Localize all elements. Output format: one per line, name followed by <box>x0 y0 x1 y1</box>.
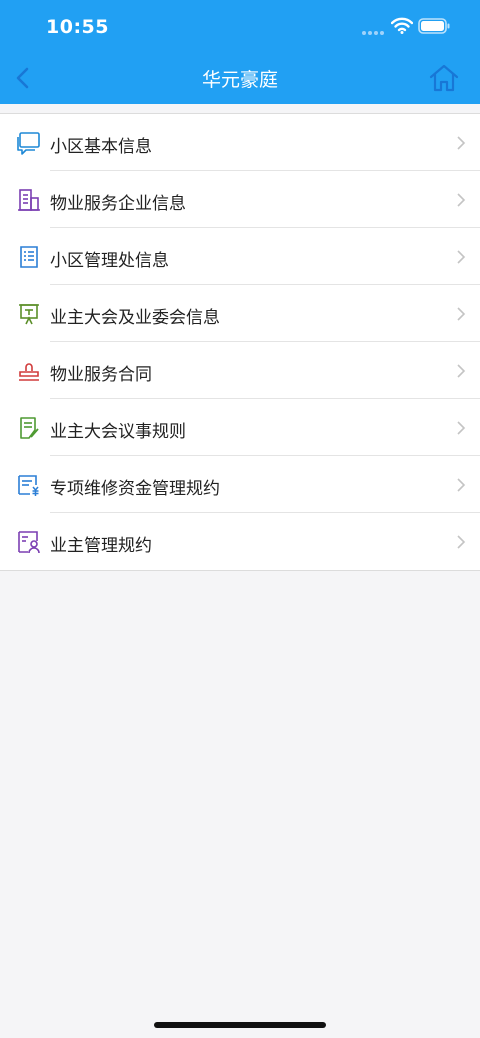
chevron-right-icon <box>457 136 466 150</box>
signal-icon <box>362 31 384 35</box>
owner-profile-icon <box>18 531 40 554</box>
menu-item-community-basic-info[interactable]: 小区基本信息 <box>0 114 480 171</box>
chevron-right-icon <box>457 250 466 264</box>
chevron-right-icon <box>457 535 466 549</box>
menu-list: 小区基本信息 物业服务企业信息 小区管理处信息 业主大会及业委会信息 物业服务合… <box>0 113 480 571</box>
status-time: 10:55 <box>46 16 109 38</box>
chevron-right-icon <box>457 307 466 321</box>
chevron-right-icon <box>457 193 466 207</box>
stamp-icon <box>19 363 39 381</box>
menu-item-property-company-info[interactable]: 物业服务企业信息 <box>0 171 480 228</box>
wifi-icon <box>391 17 413 34</box>
menu-item-owners-assembly-info[interactable]: 业主大会及业委会信息 <box>0 285 480 342</box>
home-indicator[interactable] <box>154 1022 326 1028</box>
status-bar: 10:55 <box>0 0 480 52</box>
menu-item-label: 物业服务合同 <box>50 365 152 385</box>
home-icon[interactable] <box>428 63 460 93</box>
menu-item-maintenance-fund-rules[interactable]: 专项维修资金管理规约 <box>0 456 480 513</box>
menu-item-assembly-rules[interactable]: 业主大会议事规则 <box>0 399 480 456</box>
chevron-right-icon <box>457 364 466 378</box>
building-icon <box>18 189 40 211</box>
chevron-right-icon <box>457 421 466 435</box>
menu-item-label: 业主管理规约 <box>50 536 152 556</box>
menu-item-label: 物业服务企业信息 <box>50 194 186 214</box>
chat-bubble-icon <box>17 132 40 155</box>
menu-item-owner-management-rules[interactable]: 业主管理规约 <box>0 513 480 570</box>
menu-item-label: 业主大会及业委会信息 <box>50 308 220 328</box>
document-list-icon <box>20 246 38 268</box>
menu-item-management-office-info[interactable]: 小区管理处信息 <box>0 228 480 285</box>
menu-item-label: 专项维修资金管理规约 <box>50 479 220 499</box>
menu-item-label: 小区管理处信息 <box>50 251 169 271</box>
navigation-bar: 华元豪庭 <box>0 52 480 104</box>
menu-item-label: 小区基本信息 <box>50 137 152 157</box>
menu-item-property-service-contract[interactable]: 物业服务合同 <box>0 342 480 399</box>
edit-document-icon <box>20 417 39 439</box>
menu-item-label: 业主大会议事规则 <box>50 422 186 442</box>
page-title: 华元豪庭 <box>201 69 278 91</box>
battery-icon <box>418 18 450 34</box>
presentation-board-icon <box>19 304 39 325</box>
fund-document-icon <box>18 475 39 496</box>
chevron-right-icon <box>457 478 466 492</box>
